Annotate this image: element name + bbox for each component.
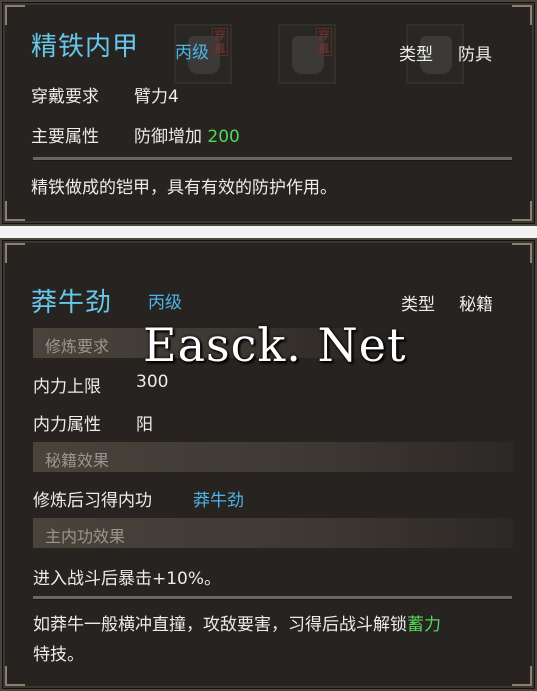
frame-corner (5, 201, 25, 221)
section-title: 修炼要求 (45, 337, 110, 356)
requirement-value: 臂力4 (134, 87, 179, 107)
item-tooltip-armor: 穿戴 穿戴 精铁内甲 丙级 类型 防具 穿戴要求 臂力4 主要属性 防御增加 2… (0, 0, 537, 226)
frame-corner (5, 666, 25, 686)
learn-label: 修炼后习得内功 (33, 491, 152, 511)
divider (33, 596, 512, 599)
neili-limit-label: 内力上限 (33, 377, 101, 397)
desc-highlight: 蓄力 (407, 615, 441, 635)
item-title: 精铁内甲 (31, 32, 140, 62)
desc-text: 如莽牛一般横冲直撞，攻敌要害，习得后战斗解锁 (33, 615, 407, 635)
divider (33, 157, 512, 160)
main-effect: 进入战斗后暴击+10%。 (33, 569, 222, 589)
neili-limit-value: 300 (136, 372, 169, 392)
learn-value: 莽牛劲 (193, 491, 244, 511)
section-main-effect: 主内功效果 (33, 518, 513, 548)
item-description: 如莽牛一般横冲直撞，攻敌要害，习得后战斗解锁蓄力 特技。 (33, 610, 513, 670)
item-description: 精铁做成的铠甲，具有有效的防护作用。 (31, 178, 337, 198)
frame-corner (512, 243, 532, 263)
frame-corner (5, 5, 25, 25)
equip-tag: 穿戴 (316, 28, 332, 56)
attribute-text: 防御增加 (134, 127, 202, 147)
section-title: 主内功效果 (45, 527, 126, 546)
requirement-label: 穿戴要求 (31, 87, 99, 107)
type-label: 类型 (401, 295, 435, 315)
background-slot: 穿戴 (278, 24, 336, 84)
section-effect: 秘籍效果 (33, 442, 513, 472)
item-tooltip-manual: 莽牛劲 丙级 类型 秘籍 修炼要求 内力上限 300 内力属性 阳 秘籍效果 修… (0, 238, 537, 691)
attribute-number: 200 (207, 127, 240, 147)
attribute-label: 主要属性 (31, 127, 99, 147)
attribute-value: 防御增加 200 (134, 122, 240, 147)
item-grade: 丙级 (148, 293, 182, 313)
frame-corner (5, 243, 25, 263)
neili-attr-label: 内力属性 (33, 415, 101, 435)
frame-corner (512, 5, 532, 25)
type-label: 类型 (399, 45, 433, 65)
item-grade: 丙级 (175, 43, 209, 63)
desc-text-2: 特技。 (33, 645, 84, 665)
type-value: 防具 (458, 45, 492, 65)
neili-attr-value: 阳 (136, 415, 153, 435)
watermark: Easck. Net (143, 318, 407, 372)
section-title: 秘籍效果 (45, 451, 110, 470)
type-value: 秘籍 (459, 295, 493, 315)
frame-corner (512, 201, 532, 221)
item-title: 莽牛劲 (31, 288, 113, 318)
frame-corner (512, 666, 532, 686)
equip-tag: 穿戴 (212, 28, 228, 56)
